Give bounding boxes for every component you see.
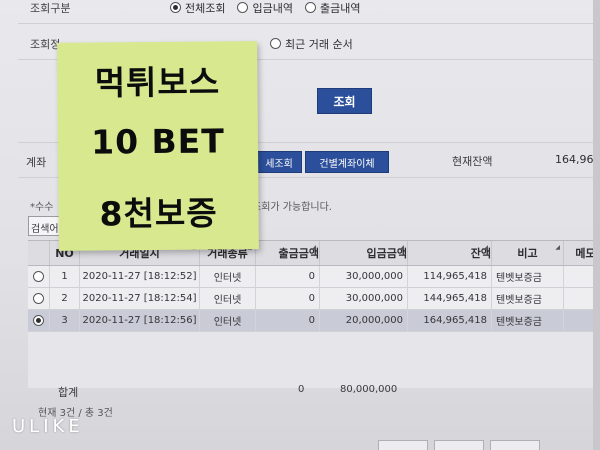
type-filter-row: 조회구분 전체조회 입금내역 출금내역 xyxy=(18,0,600,24)
cell-datetime: 2020-11-27 [18:12:52] xyxy=(80,266,200,287)
row-select-radio[interactable] xyxy=(33,293,44,304)
sort-icon: ◢ xyxy=(399,244,404,251)
bottom-button[interactable] xyxy=(378,440,428,450)
cell-balance: 164,965,418 xyxy=(408,310,492,331)
bottom-button[interactable] xyxy=(490,440,540,450)
sort-icon: ◢ xyxy=(483,244,488,251)
cell-deposit: 30,000,000 xyxy=(320,266,408,287)
sort-icon: ◢ xyxy=(555,244,560,251)
sort-icon: ◢ xyxy=(311,244,316,251)
sticky-note-line: 먹튀보스 xyxy=(94,62,221,103)
cell-deposit: 30,000,000 xyxy=(320,288,408,309)
radio-recent-order-indicator[interactable] xyxy=(270,38,281,49)
inquiry-note: 조회가 가능합니다. xyxy=(252,202,332,213)
cell-datetime: 2020-11-27 [18:12:54] xyxy=(80,288,200,309)
detail-inquiry-button[interactable]: 세조회 xyxy=(256,151,302,173)
cell-no: 2 xyxy=(50,288,80,309)
banking-screen: 조회구분 전체조회 입금내역 출금내역 조회정 최근 거래 순서 조회 계좌 세… xyxy=(0,0,600,450)
col-deposit[interactable]: 입금금액 ◢ xyxy=(320,241,408,265)
radio-deposit-label: 입금내역 xyxy=(252,1,293,15)
select-column-header xyxy=(28,241,50,265)
col-withdrawal[interactable]: 출금금액 ◢ xyxy=(256,241,320,265)
radio-deposit[interactable]: 입금내역 xyxy=(237,0,293,16)
transfer-button[interactable]: 건별계좌이체 xyxy=(305,151,389,173)
radio-all-label: 전체조회 xyxy=(185,1,226,15)
cell-datetime: 2020-11-27 [18:12:56] xyxy=(80,310,200,331)
cell-remarks: 텐벳보증금 xyxy=(492,310,564,331)
table-empty-area xyxy=(28,332,600,388)
cell-balance: 114,965,418 xyxy=(408,266,492,287)
radio-recent-order[interactable]: 최근 거래 순서 xyxy=(270,36,353,52)
search-button[interactable]: 조회 xyxy=(317,88,372,114)
sticky-note-line: 8천보증 xyxy=(99,193,218,234)
transaction-table: NO◢ 거래일시◢ 거래종류◢ 출금금액◢ 입금금액◢ 잔액◢ 비고◢ 메모 1… xyxy=(28,240,600,388)
cell-no: 3 xyxy=(50,310,80,331)
radio-withdrawal-label: 출금내역 xyxy=(319,1,361,15)
radio-withdrawal[interactable]: 출금내역 xyxy=(304,0,361,16)
cell-type: 인터넷 xyxy=(200,310,256,331)
col-balance[interactable]: 잔액 ◢ xyxy=(408,241,492,265)
total-label: 합계 xyxy=(58,386,79,399)
row-select-radio[interactable] xyxy=(33,315,44,326)
type-filter-label: 조회구분 xyxy=(30,1,71,15)
cell-remarks: 텐벳보증금 xyxy=(492,288,564,309)
sticky-note-line: 10 BET xyxy=(90,121,225,162)
row-select-radio[interactable] xyxy=(33,271,44,282)
bottom-button[interactable] xyxy=(434,440,484,450)
radio-recent-order-label: 최근 거래 순서 xyxy=(285,37,353,51)
radio-deposit-indicator[interactable] xyxy=(237,2,249,13)
radio-withdrawal-indicator[interactable] xyxy=(304,2,316,13)
cell-no: 1 xyxy=(50,266,80,287)
account-label: 계좌 xyxy=(26,156,47,169)
screen-bezel xyxy=(593,0,600,450)
table-row[interactable]: 2 2020-11-27 [18:12:54] 인터넷 0 30,000,000… xyxy=(28,288,600,310)
cell-type: 인터넷 xyxy=(200,288,256,309)
cell-type: 인터넷 xyxy=(200,266,256,287)
type-radio-group: 전체조회 입금내역 출금내역 xyxy=(170,0,360,16)
col-remarks[interactable]: 비고 ◢ xyxy=(492,241,564,265)
cell-remarks: 텐벳보증금 xyxy=(492,266,564,287)
cell-withdrawal: 0 xyxy=(256,266,320,287)
table-row[interactable]: 1 2020-11-27 [18:12:52] 인터넷 0 30,000,000… xyxy=(28,266,600,288)
cell-withdrawal: 0 xyxy=(256,310,320,331)
table-row-selected[interactable]: 3 2020-11-27 [18:12:56] 인터넷 0 20,000,000… xyxy=(28,310,600,332)
camera-watermark: ULIKE xyxy=(12,416,84,437)
total-withdrawal: 0 xyxy=(298,384,305,395)
cell-withdrawal: 0 xyxy=(256,288,320,309)
cell-deposit: 20,000,000 xyxy=(320,310,408,331)
order-filter-label: 조회정 xyxy=(30,37,61,51)
radio-all-indicator[interactable] xyxy=(170,2,181,13)
balance-label: 현재잔액 xyxy=(452,155,493,168)
sticky-note: 먹튀보스 10 BET 8천보증 xyxy=(57,41,259,251)
fee-note: *수수 xyxy=(30,202,54,213)
total-deposit: 80,000,000 xyxy=(340,384,398,395)
radio-all[interactable]: 전체조회 xyxy=(170,0,225,16)
cell-balance: 144,965,418 xyxy=(408,288,492,309)
